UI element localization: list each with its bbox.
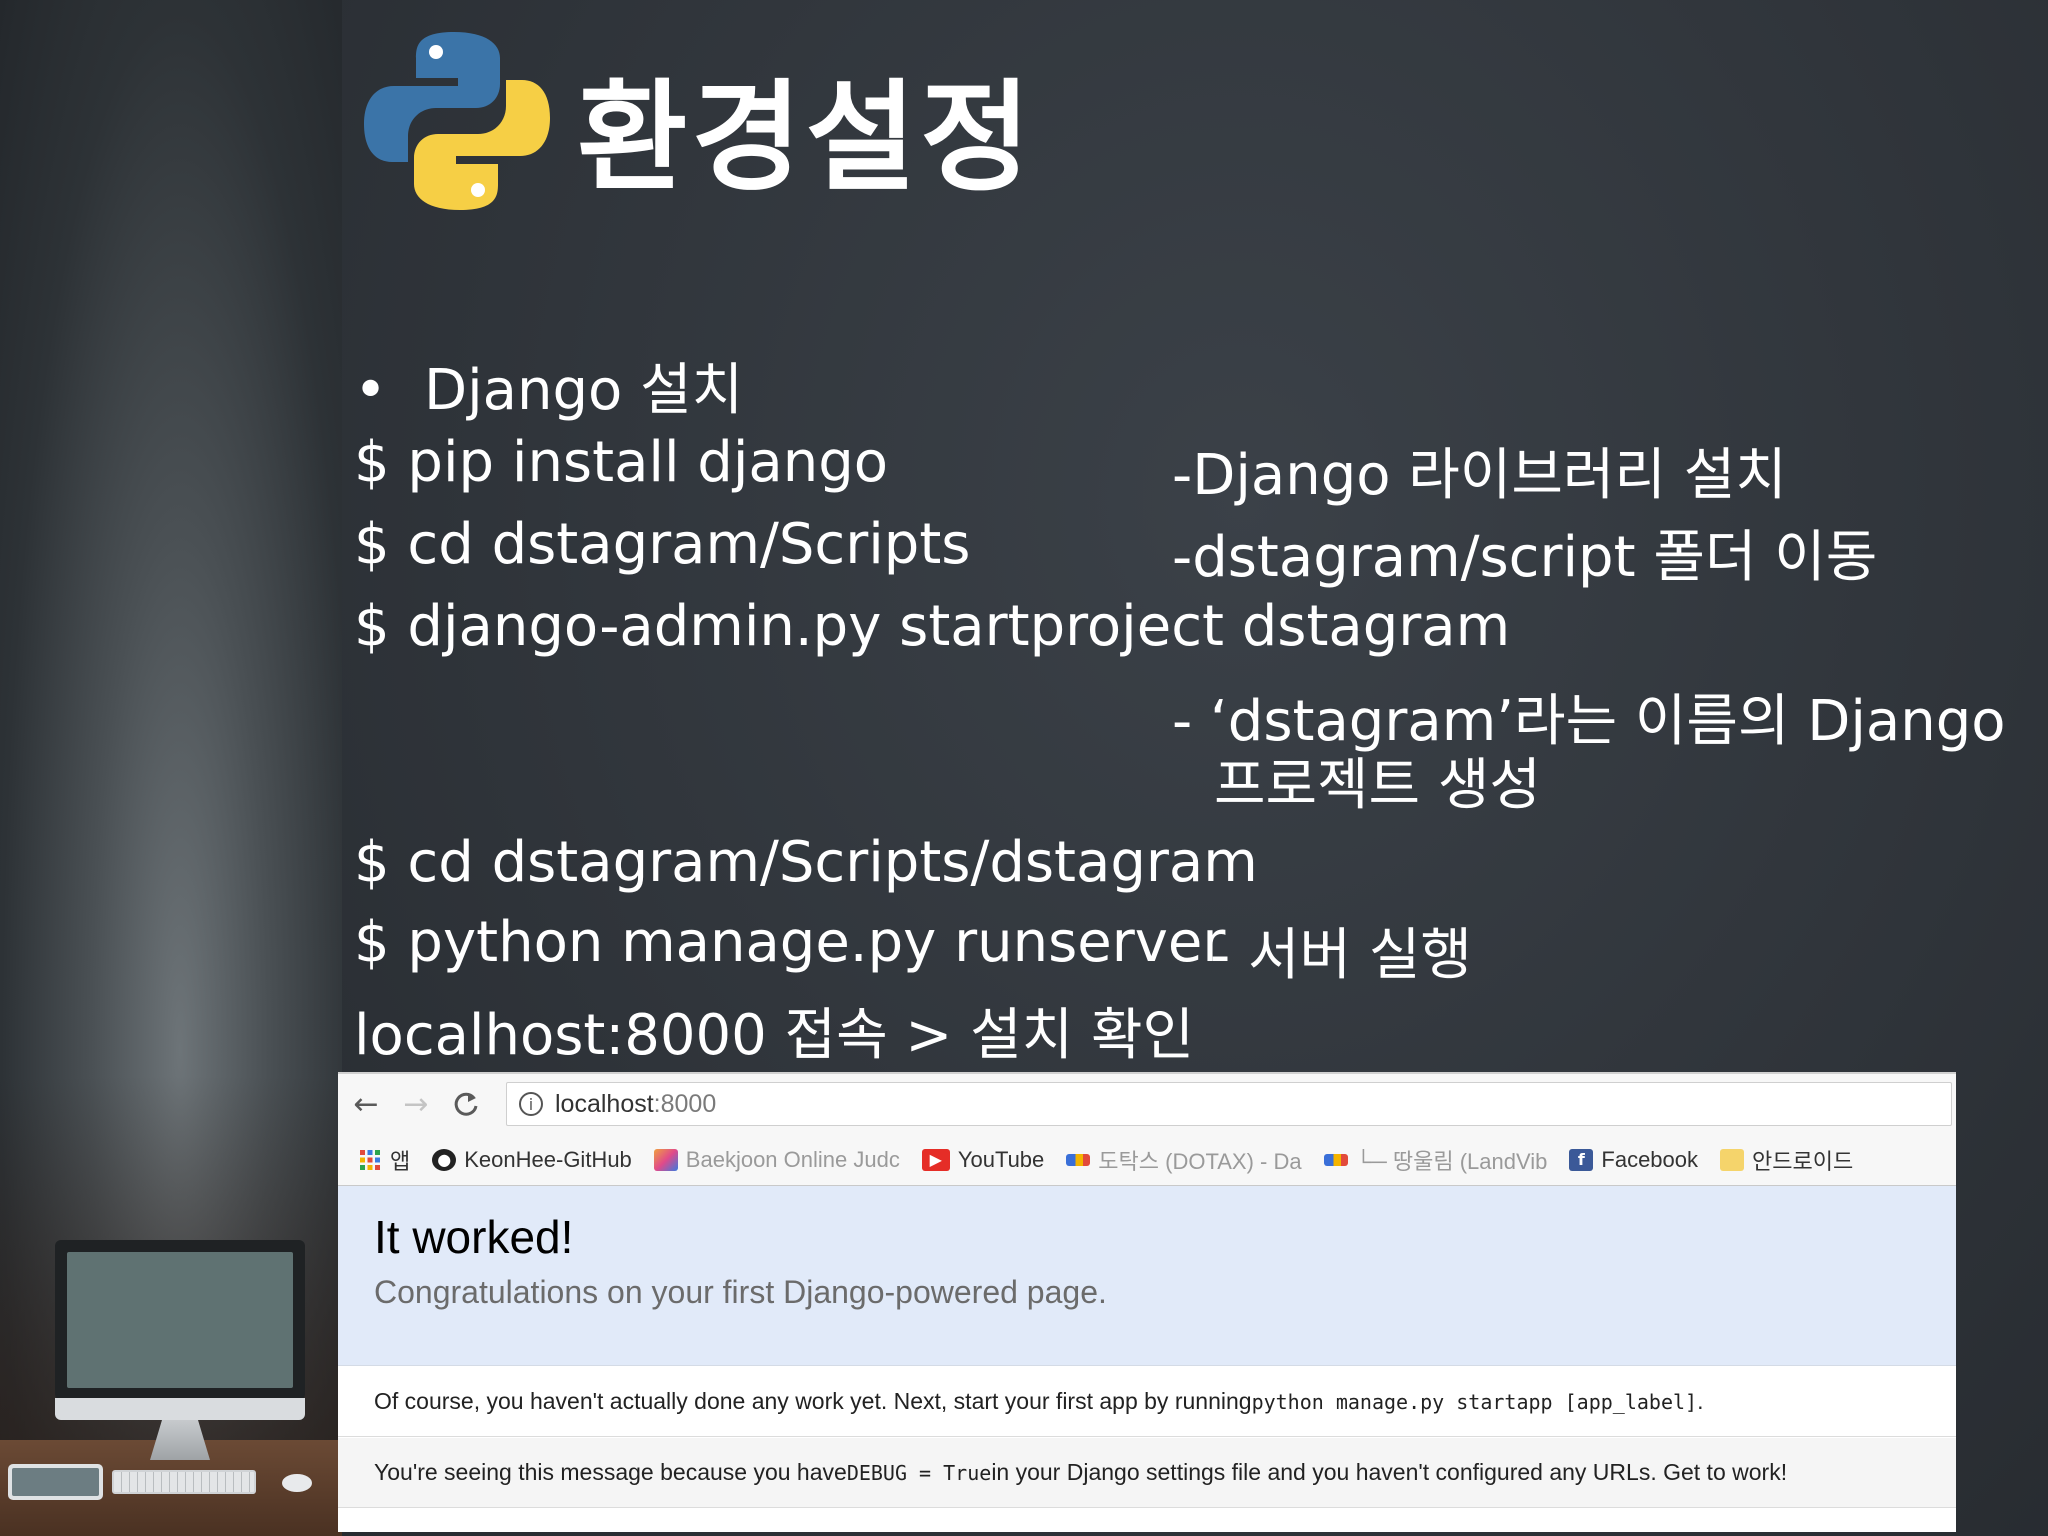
bookmark-label: YouTube <box>957 1146 1045 1172</box>
reload-icon[interactable] <box>444 1082 488 1126</box>
command-line-startproject: $ django-admin.py startproject dstagram <box>354 594 1511 659</box>
bullet-dot: • <box>354 358 388 423</box>
bookmark-label: 안드로이드 <box>1752 1148 1854 1174</box>
startapp-code: python manage.py startapp [app_label] <box>1251 1389 1698 1414</box>
landvibe-icon <box>1323 1153 1348 1166</box>
imac-stand-image <box>150 1420 210 1460</box>
bookmark-label: 도탁스 (DOTAX) - Da <box>1098 1148 1302 1174</box>
forward-arrow-icon[interactable]: → <box>394 1082 438 1126</box>
bookmark-github[interactable]: ● KeonHee-GitHub <box>432 1147 632 1173</box>
dotax-icon <box>1066 1153 1091 1166</box>
background-photo <box>0 0 342 1536</box>
browser-window: ← → i localhost:8000 앱 ● KeonHee-GitHub… <box>338 1072 1956 1532</box>
debug-text-1: You're seeing this message because you h… <box>374 1459 847 1485</box>
bookmark-facebook[interactable]: f Facebook <box>1569 1147 1698 1173</box>
bullet-text: Django 설치 <box>424 358 744 423</box>
command-line-runserver: $ python manage.py runserver <box>354 910 1226 975</box>
youtube-icon: ▶ <box>921 1148 950 1171</box>
django-welcome-header: It worked! Congratulations on your first… <box>338 1186 1956 1366</box>
browser-toolbar: ← → i localhost:8000 <box>338 1074 1956 1134</box>
bookmark-label: └─ 땅울림 (LandVib <box>1355 1148 1548 1174</box>
command-line-cd-scripts: $ cd dstagram/Scripts <box>354 512 971 577</box>
bullet-line: • Django 설치 <box>354 345 743 426</box>
bookmark-label: KeonHee-GitHub <box>464 1146 632 1172</box>
bookmark-landvibe[interactable]: └─ 땅울림 (LandVib <box>1323 1144 1548 1176</box>
command-line-pip-install: $ pip install django <box>354 430 889 495</box>
baekjoon-icon <box>653 1148 678 1171</box>
keyboard-image <box>112 1470 256 1494</box>
imac-screen-image <box>55 1240 305 1400</box>
next-steps-end: . <box>1697 1388 1704 1414</box>
apps-grid-icon <box>358 1149 382 1171</box>
it-worked-heading: It worked! <box>374 1211 574 1263</box>
congrats-subheading: Congratulations on your first Django-pow… <box>374 1274 1107 1310</box>
info-icon[interactable]: i <box>519 1092 543 1116</box>
python-logo-icon <box>364 32 550 210</box>
desc-startproject-2: 프로젝트 생성 <box>1214 753 1541 818</box>
back-arrow-icon[interactable]: ← <box>344 1082 388 1126</box>
bookmark-android-folder[interactable]: 안드로이드 <box>1720 1144 1853 1176</box>
imac-chin-image <box>55 1398 305 1420</box>
debug-text-2: in your Django settings file and you hav… <box>991 1459 1788 1485</box>
debug-message-row: You're seeing this message because you h… <box>338 1438 1956 1508</box>
ipad-image <box>8 1464 103 1500</box>
next-steps-row: Of course, you haven't actually done any… <box>338 1367 1956 1437</box>
mouse-image <box>282 1474 312 1492</box>
folder-icon <box>1720 1148 1745 1171</box>
reload-arrow-icon <box>454 1092 478 1116</box>
bookmark-baekjoon[interactable]: Baekjoon Online Judc <box>653 1146 900 1173</box>
next-steps-text: Of course, you haven't actually done any… <box>374 1388 1252 1414</box>
address-port: :8000 <box>653 1089 717 1118</box>
bookmark-youtube[interactable]: ▶ YouTube <box>921 1146 1045 1173</box>
debug-code: DEBUG = True <box>846 1460 992 1485</box>
bookmark-apps[interactable]: 앱 <box>358 1144 410 1176</box>
facebook-icon: f <box>1569 1148 1594 1171</box>
address-bar[interactable]: i localhost:8000 <box>506 1082 1952 1126</box>
desc-cd-scripts: -dstagram/script 폴더 이동 <box>1172 525 1878 590</box>
slide-title: 환경설정 <box>577 69 1035 208</box>
bookmark-label: Facebook <box>1601 1146 1699 1172</box>
bookmark-label: 앱 <box>390 1148 411 1174</box>
command-line-cd-project: $ cd dstagram/Scripts/dstagram <box>354 830 1258 895</box>
bookmark-label: Baekjoon Online Judc <box>685 1146 900 1172</box>
desc-runserver: - 서버 실행 <box>1210 923 1472 988</box>
address-host: localhost <box>555 1089 654 1118</box>
bookmark-dotax[interactable]: 도탁스 (DOTAX) - Da <box>1066 1144 1302 1176</box>
github-icon: ● <box>432 1148 457 1171</box>
localhost-instruction: localhost:8000 접속 > 설치 확인 <box>354 1003 1194 1068</box>
desc-pip-install: -Django 라이브러리 설치 <box>1172 443 1787 508</box>
bookmarks-bar: 앱 ● KeonHee-GitHub Baekjoon Online Judc … <box>338 1134 1956 1186</box>
